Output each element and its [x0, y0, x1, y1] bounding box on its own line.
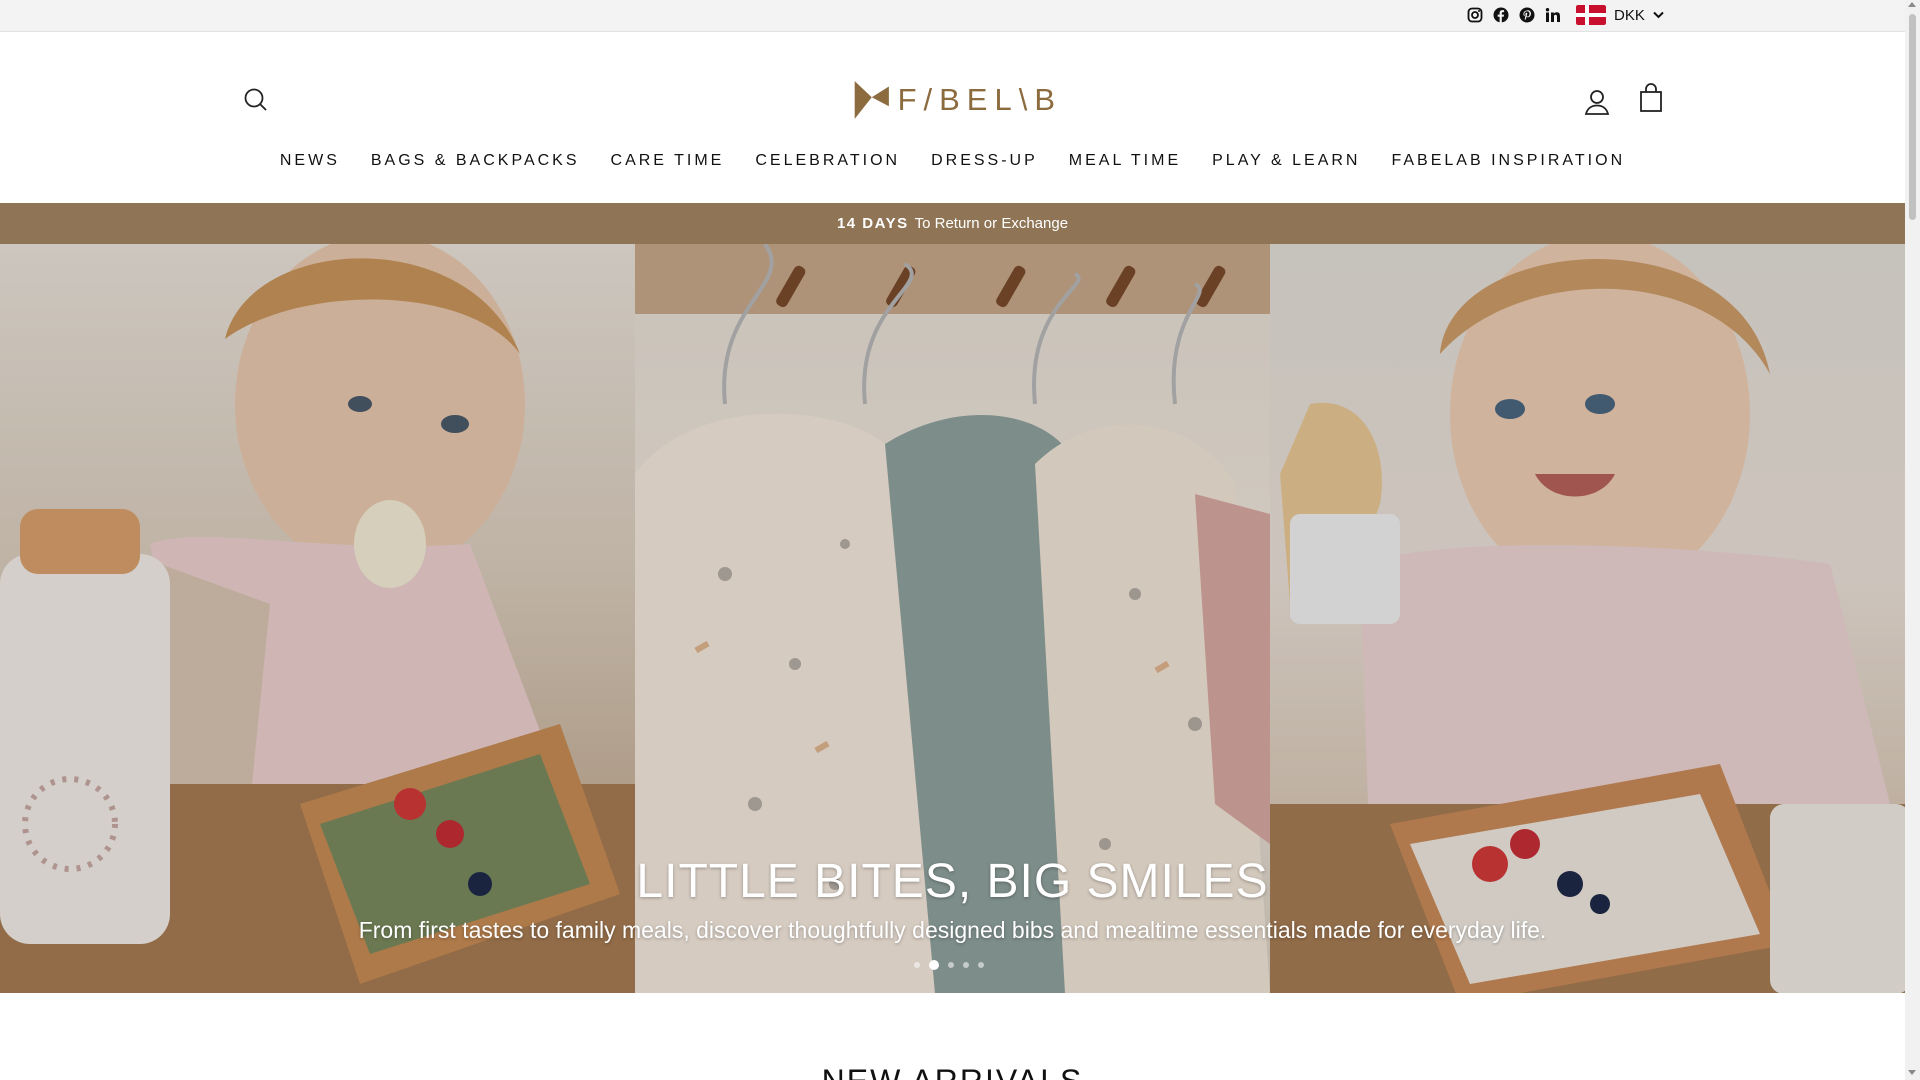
hero-slideshow[interactable]: LITTLE BITES, BIG SMILES From first tast… — [0, 244, 1905, 993]
nav-item-meal-time[interactable]: MEAL TIME — [1069, 152, 1181, 170]
denmark-flag-icon — [1576, 5, 1606, 25]
slide-dot-3[interactable] — [948, 962, 954, 968]
page-scrollbar[interactable] — [1905, 0, 1920, 1080]
main-navigation: NEWS BAGS & BACKPACKS CARE TIME CELEBRAT… — [0, 152, 1905, 170]
slide-dot-1[interactable] — [914, 962, 920, 968]
user-icon — [1584, 90, 1610, 115]
nav-item-play-learn[interactable]: PLAY & LEARN — [1212, 152, 1360, 170]
announcement-text: To Return or Exchange — [914, 215, 1069, 232]
announcement-bar[interactable]: 14 DAYS To Return or Exchange — [0, 203, 1905, 244]
brand-logo[interactable]: F/BEL\B — [852, 72, 1062, 128]
instagram-icon[interactable] — [1466, 6, 1484, 24]
utility-bar: DKK — [0, 0, 1905, 32]
section-heading-new-arrivals: NEW ARRIVALS — [0, 1063, 1905, 1080]
site-header: F/BEL\B NEWS BAGS & BACKPACKS CARE TIME … — [0, 32, 1905, 202]
nav-item-news[interactable]: NEWS — [280, 152, 340, 170]
search-button[interactable] — [240, 84, 272, 116]
slide-indicators — [914, 960, 984, 970]
slide-dot-4[interactable] — [963, 962, 969, 968]
hero-title: LITTLE BITES, BIG SMILES — [636, 855, 1269, 908]
search-icon — [244, 88, 267, 111]
nav-item-fabelab-inspiration[interactable]: FABELAB INSPIRATION — [1391, 152, 1625, 170]
logo-text: F/BEL\B — [897, 82, 1062, 117]
nav-item-bags-backpacks[interactable]: BAGS & BACKPACKS — [371, 152, 580, 170]
bow-tie-logo-icon — [854, 81, 889, 119]
cart-button[interactable] — [1634, 82, 1668, 116]
shopping-bag-icon — [1640, 83, 1662, 112]
scroll-up-arrow-icon[interactable] — [1908, 2, 1916, 7]
currency-selector[interactable]: DKK — [1576, 4, 1664, 26]
scrollbar-thumb[interactable] — [1909, 14, 1916, 220]
nav-item-care-time[interactable]: CARE TIME — [611, 152, 725, 170]
linkedin-icon[interactable] — [1544, 6, 1562, 24]
nav-item-dress-up[interactable]: DRESS-UP — [931, 152, 1038, 170]
slide-dot-2[interactable] — [929, 960, 939, 970]
slide-dot-5[interactable] — [978, 962, 984, 968]
account-button[interactable] — [1580, 85, 1614, 119]
page: DKK F/BEL\B NEWS BAGS & BACKPACKS CARE T… — [0, 0, 1905, 1080]
hero-subtitle: From first tastes to family meals, disco… — [358, 917, 1547, 943]
social-links — [1466, 6, 1562, 24]
pinterest-icon[interactable] — [1518, 6, 1536, 24]
currency-code: DKK — [1614, 6, 1645, 24]
nav-item-celebration[interactable]: CELEBRATION — [755, 152, 900, 170]
facebook-icon[interactable] — [1492, 6, 1510, 24]
announcement-bold: 14 DAYS — [836, 215, 909, 232]
chevron-down-icon — [1653, 11, 1664, 19]
scroll-down-arrow-icon[interactable] — [1908, 1070, 1916, 1075]
